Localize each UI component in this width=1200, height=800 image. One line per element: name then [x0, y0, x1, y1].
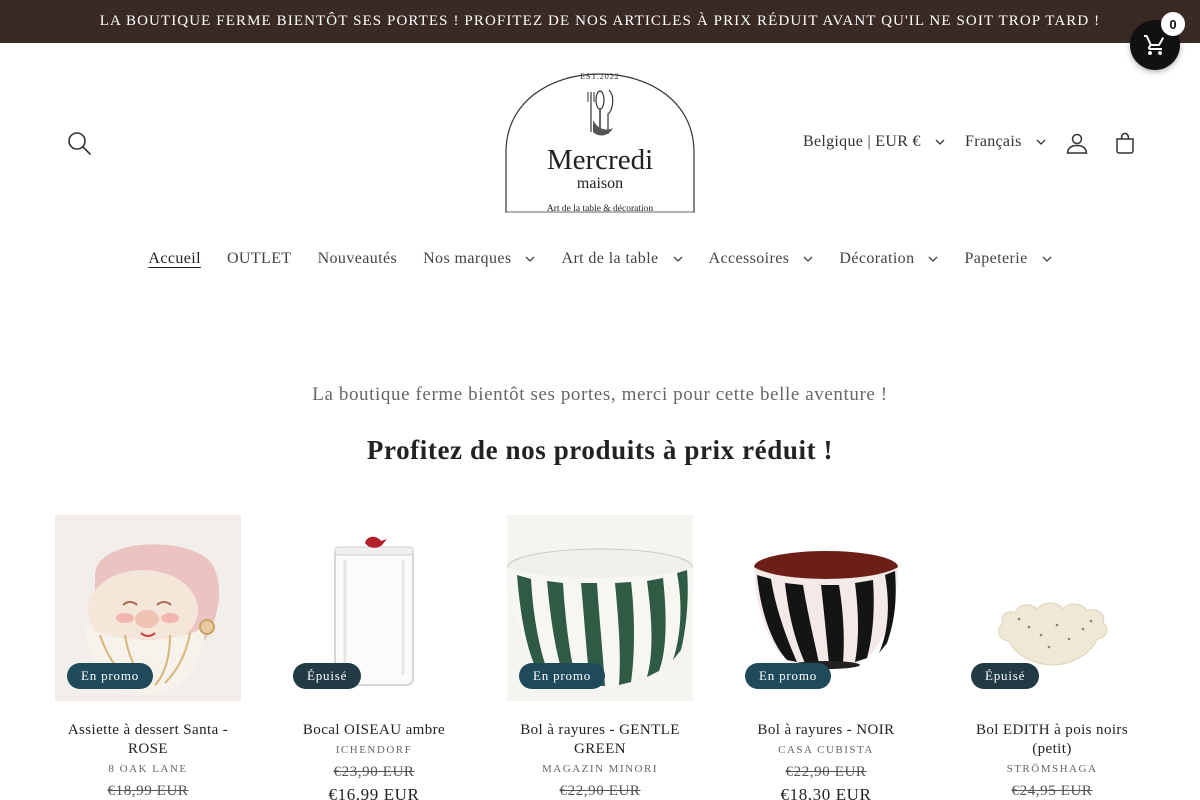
product-title[interactable]: Assiette à dessert Santa - ROSE [55, 721, 241, 759]
logo-title: Mercredi [546, 144, 654, 176]
announcement-bar: LA BOUTIQUE FERME BIENTÔT SES PORTES ! P… [0, 0, 1200, 43]
product-title[interactable]: Bocal OISEAU ambre [281, 721, 467, 740]
search-button[interactable] [64, 128, 94, 158]
nav-item-art-de-la-table[interactable]: Art de la table [548, 248, 695, 270]
country-label: Belgique | EUR € [803, 133, 921, 150]
chevron-down-icon [929, 256, 938, 262]
product-vendor: CASA CUBISTA [778, 744, 874, 756]
nav-item-accueil[interactable]: Accueil [135, 248, 214, 270]
nav-label: Nouveautés [317, 250, 398, 267]
announcement-text: LA BOUTIQUE FERME BIENTÔT SES PORTES ! P… [99, 13, 1101, 29]
nav-label: Papeterie [964, 250, 1028, 267]
section-heading: Profitez de nos produits à prix réduit ! [366, 435, 834, 465]
search-icon [68, 132, 91, 155]
nav-item-nos-marques[interactable]: Nos marques [410, 248, 548, 270]
chevron-down-icon [803, 256, 813, 262]
sale-badge: En promo [67, 663, 154, 689]
product-image[interactable]: En promo [507, 515, 693, 701]
nav-label: Décoration [839, 250, 915, 267]
product-vendor: 8 OAK LANE [108, 763, 188, 775]
nav-item-accessoires[interactable]: Accessoires [696, 248, 827, 270]
nav-label: OUTLET [226, 250, 292, 267]
compare-price: €24,95 EUR [1011, 783, 1093, 799]
sale-price: €16,99 EUR [328, 785, 420, 800]
language-label: Français [965, 133, 1022, 150]
sale-badge: En promo [745, 663, 832, 689]
product-image[interactable]: Épuisé [281, 515, 467, 701]
language-selector[interactable]: Français [965, 133, 1046, 151]
product-title[interactable]: Bol EDITH à pois noirs (petit) [959, 721, 1145, 759]
country-selector[interactable]: Belgique | EUR € [803, 133, 945, 151]
product-card[interactable]: Épuisé Bol EDITH à pois noirs (petit) ST… [959, 515, 1145, 800]
product-card[interactable]: En promo Bol à rayures - GENTLE GREEN MA… [507, 515, 693, 800]
compare-price: €22,90 EUR [785, 764, 867, 780]
nav-label: Nos marques [423, 250, 512, 267]
cart-count-badge: 0 [1161, 12, 1185, 36]
nav-label: Art de la table [561, 250, 659, 267]
cart-button[interactable] [1110, 128, 1140, 158]
logo-subtitle: maison [576, 175, 624, 192]
product-image[interactable]: En promo [733, 515, 919, 701]
product-title[interactable]: Bol à rayures - GENTLE GREEN [507, 721, 693, 759]
compare-price: €18,99 EUR [107, 783, 189, 799]
product-card[interactable]: En promo Bol à rayures - NOIR CASA CUBIS… [733, 515, 919, 800]
product-image[interactable]: Épuisé [959, 515, 1145, 701]
chevron-down-icon [673, 256, 683, 262]
shopping-cart-icon [1144, 35, 1165, 55]
chevron-down-icon [1042, 256, 1052, 262]
product-image[interactable]: En promo [55, 515, 241, 701]
store-logo[interactable]: EST.2022 Mercredi maison Art de la table… [505, 72, 695, 214]
chevron-down-icon [526, 256, 535, 262]
product-card[interactable]: Épuisé Bocal OISEAU ambre ICHENDORF €23,… [281, 515, 467, 800]
nav-item-nouveautes[interactable]: Nouveautés [305, 248, 411, 270]
compare-price: €23,90 EUR [333, 764, 415, 780]
product-vendor: STRÖMSHAGA [1006, 763, 1098, 775]
sale-price: €18,30 EUR [780, 785, 872, 800]
floating-cart-button[interactable]: 0 [1130, 12, 1185, 70]
nav-label: Accessoires [708, 250, 790, 267]
nav-label: Accueil [148, 250, 201, 267]
product-vendor: MAGAZIN MINORI [541, 763, 659, 775]
bag-icon [1116, 132, 1134, 154]
nav-item-papeterie[interactable]: Papeterie [951, 248, 1064, 270]
chevron-down-icon [1036, 139, 1046, 145]
product-grid: En promo Assiette à dessert Santa - ROSE… [55, 515, 1145, 800]
nav-item-decoration[interactable]: Décoration [826, 248, 951, 270]
logo-tagline: Art de la table & décoration [546, 204, 654, 214]
account-icon [1066, 133, 1088, 154]
intro-text: La boutique ferme bientôt ses portes, me… [312, 384, 888, 405]
sold-out-badge: Épuisé [293, 663, 362, 689]
product-title[interactable]: Bol à rayures - NOIR [733, 721, 919, 740]
nav-item-outlet[interactable]: OUTLET [214, 248, 305, 270]
account-button[interactable] [1062, 128, 1092, 158]
sold-out-badge: Épuisé [971, 663, 1040, 689]
logo-est: EST.2022 [580, 72, 620, 81]
compare-price: €22,90 EUR [559, 783, 641, 799]
product-card[interactable]: En promo Assiette à dessert Santa - ROSE… [55, 515, 241, 800]
sale-badge: En promo [519, 663, 606, 689]
product-vendor: ICHENDORF [335, 744, 413, 756]
main-navigation: Accueil OUTLET Nouveautés Nos marques Ar… [0, 248, 1200, 270]
chevron-down-icon [935, 139, 945, 145]
